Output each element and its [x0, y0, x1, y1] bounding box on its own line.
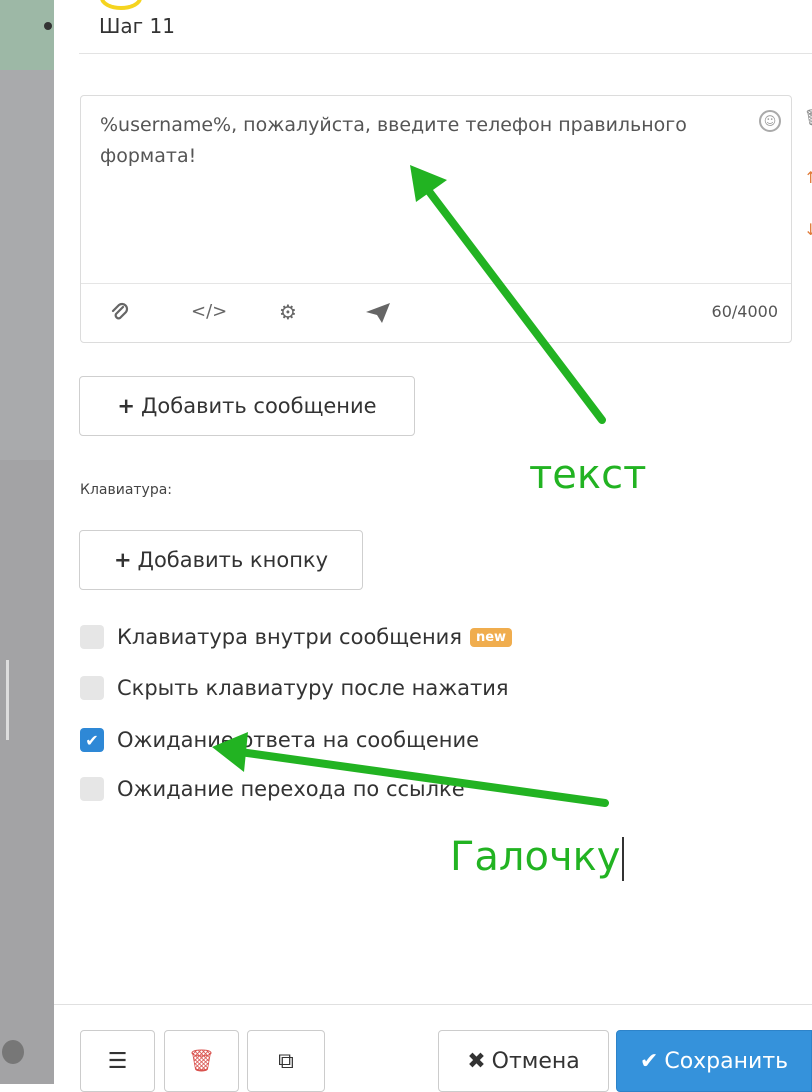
option-hide-keyboard[interactable]: Скрыть клавиатуру после нажатия — [80, 673, 509, 703]
step-title: Шаг 11 — [99, 14, 175, 38]
check-icon: ✔ — [639, 1048, 659, 1074]
option-wait-reply[interactable]: ✔ Ожидание ответа на сообщение — [80, 725, 479, 755]
cancel-label: Отмена — [491, 1048, 580, 1074]
trash-icon: 🗑 — [187, 1048, 216, 1074]
user-icon — [44, 22, 52, 30]
option-inline-keyboard[interactable]: Клавиатура внутри сообщения new — [80, 622, 513, 652]
option-label: Ожидание перехода по ссылке — [117, 777, 465, 801]
message-text-input[interactable]: %username%, пожалуйста, введите телефон … — [100, 110, 740, 172]
arrow-up-icon[interactable]: ↑ — [804, 168, 812, 187]
option-label: Ожидание ответа на сообщение — [117, 728, 480, 752]
save-label: Сохранить — [664, 1048, 789, 1074]
text-cursor — [622, 837, 625, 881]
emoji-icon[interactable]: ☺ — [759, 110, 781, 132]
close-icon: ✖ — [467, 1048, 486, 1074]
footer-divider — [54, 1004, 812, 1005]
arrow-down-icon[interactable]: ↓ — [804, 220, 812, 239]
editor-toolbar: </> ⚙ 60/4000 — [81, 283, 791, 342]
background-strip-top — [0, 0, 54, 70]
paperclip-icon[interactable] — [109, 302, 131, 327]
background-strip-middle — [0, 70, 54, 460]
annotation-check-label: Галочку — [450, 834, 625, 881]
checkbox-hide-keyboard[interactable] — [80, 676, 104, 700]
add-message-button[interactable]: + Добавить сообщение — [79, 376, 415, 436]
save-button[interactable]: ✔ Сохранить — [616, 1030, 812, 1092]
option-wait-link[interactable]: Ожидание перехода по ссылке — [80, 774, 465, 804]
background-page-strip — [0, 0, 54, 1084]
option-label: Клавиатура внутри сообщения — [117, 625, 462, 649]
new-badge: new — [469, 627, 513, 647]
background-strip-bottom — [0, 460, 54, 1084]
menu-icon: ☰ — [107, 1048, 128, 1074]
cancel-button[interactable]: ✖ Отмена — [438, 1030, 609, 1092]
trash-icon[interactable]: 🗑 — [804, 108, 812, 127]
add-message-label: Добавить сообщение — [141, 394, 377, 418]
checkbox-inline-keyboard[interactable] — [80, 625, 104, 649]
plus-icon: + — [113, 548, 132, 572]
message-editor[interactable]: %username%, пожалуйста, введите телефон … — [80, 95, 792, 343]
add-button-label: Добавить кнопку — [137, 548, 329, 572]
code-icon[interactable]: </> — [191, 302, 227, 322]
annotation-check-text: Галочку — [450, 834, 621, 880]
delete-button[interactable]: 🗑 — [164, 1030, 239, 1092]
option-label: Скрыть клавиатуру после нажатия — [117, 676, 509, 700]
copy-icon: ⧉ — [278, 1048, 294, 1074]
send-icon[interactable] — [365, 302, 391, 327]
circle-icon — [2, 1040, 24, 1064]
checkbox-wait-link[interactable] — [80, 777, 104, 801]
duplicate-button[interactable]: ⧉ — [247, 1030, 325, 1092]
plus-icon: + — [117, 394, 136, 418]
checkbox-wait-reply[interactable]: ✔ — [80, 728, 104, 752]
menu-button[interactable]: ☰ — [80, 1030, 155, 1092]
gear-icon[interactable]: ⚙ — [279, 302, 297, 322]
header-divider — [79, 53, 812, 54]
scroll-marker — [6, 660, 9, 740]
keyboard-label: Клавиатура: — [80, 482, 173, 498]
character-counter: 60/4000 — [711, 302, 778, 321]
add-keyboard-button[interactable]: + Добавить кнопку — [79, 530, 363, 590]
annotation-text-label: текст — [529, 452, 647, 498]
